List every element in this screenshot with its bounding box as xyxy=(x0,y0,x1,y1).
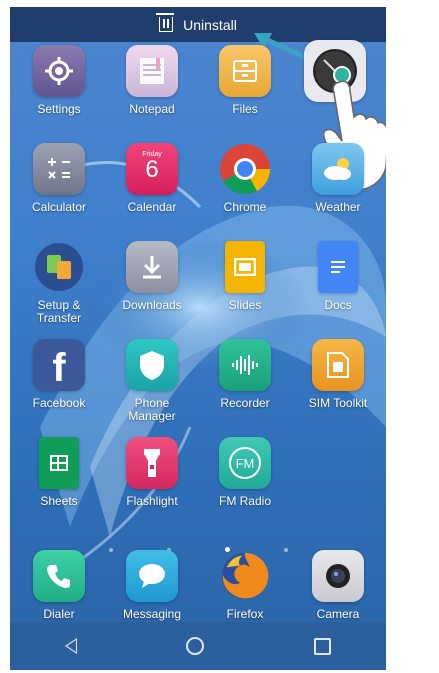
app-label: Dialer xyxy=(43,607,75,621)
app-fm-radio[interactable]: FM FM Radio xyxy=(203,437,287,508)
app-label: Chrome xyxy=(223,200,267,214)
shield-icon xyxy=(126,339,178,391)
sheets-icon xyxy=(39,437,79,489)
dock-messaging[interactable]: Messaging xyxy=(110,550,194,621)
app-label: Recorder xyxy=(220,396,270,410)
files-icon xyxy=(219,45,271,97)
app-label: Messaging xyxy=(122,607,182,621)
app-label: Firefox xyxy=(226,607,264,621)
app-label: Files xyxy=(232,102,258,116)
notepad-icon xyxy=(126,45,178,97)
app-weather[interactable]: Weather xyxy=(296,143,380,214)
facebook-icon: f xyxy=(33,339,85,391)
gear-icon xyxy=(33,45,85,97)
facebook-glyph: f xyxy=(52,346,66,390)
app-label: Setup & Transfer xyxy=(36,298,82,325)
docs-icon xyxy=(318,241,358,293)
app-label: Slides xyxy=(228,298,262,312)
uninstall-bar[interactable]: Uninstall xyxy=(10,7,386,42)
app-label: Facebook xyxy=(32,396,86,410)
dock-dialer[interactable]: Dialer xyxy=(17,550,101,621)
recents-icon[interactable] xyxy=(314,637,332,655)
radio-icon: FM xyxy=(219,437,271,489)
weather-icon xyxy=(312,143,364,195)
app-label: Downloads xyxy=(122,298,182,312)
back-icon[interactable] xyxy=(64,638,77,654)
firefox-icon xyxy=(219,550,271,602)
app-label: Calculator xyxy=(31,200,87,214)
app-label: FM Radio xyxy=(218,494,271,508)
app-calendar[interactable]: Friday 6 Calendar xyxy=(110,143,194,214)
app-settings[interactable]: Settings xyxy=(17,45,101,116)
phone-icon xyxy=(33,550,85,602)
app-label: Calendar xyxy=(127,200,177,214)
chrome-icon xyxy=(219,143,271,195)
app-notepad[interactable]: Notepad xyxy=(110,45,194,116)
app-downloads[interactable]: Downloads xyxy=(110,241,194,312)
app-phone-manager[interactable]: Phone Manager xyxy=(110,339,194,423)
dock-firefox[interactable]: Firefox xyxy=(203,550,287,621)
app-label: Docs xyxy=(324,298,352,312)
sim-icon xyxy=(312,339,364,391)
app-label: Weather xyxy=(315,200,361,214)
app-calculator[interactable]: Calculator xyxy=(17,143,101,214)
download-icon xyxy=(126,241,178,293)
app-label: Camera xyxy=(316,607,360,621)
app-chrome[interactable]: Chrome xyxy=(203,143,287,214)
message-icon xyxy=(126,550,178,602)
app-label: Phone Manager xyxy=(128,396,176,423)
setup-transfer-icon xyxy=(33,241,85,293)
app-files[interactable]: Files xyxy=(203,45,287,116)
slides-icon xyxy=(225,241,265,293)
camera-icon xyxy=(312,550,364,602)
app-label: Flashlight xyxy=(126,494,178,508)
app-sheets[interactable]: Sheets xyxy=(17,437,101,508)
app-setup-transfer[interactable]: Setup & Transfer xyxy=(17,241,101,325)
app-label: Settings xyxy=(37,102,81,116)
app-label: Sheets xyxy=(40,494,78,508)
radio-glyph: FM xyxy=(229,447,261,479)
dock-camera[interactable]: Camera xyxy=(296,550,380,621)
recorder-icon xyxy=(219,339,271,391)
flashlight-icon xyxy=(126,437,178,489)
calculator-icon xyxy=(33,143,85,195)
calendar-icon: Friday 6 xyxy=(126,143,178,195)
app-docs[interactable]: Docs xyxy=(296,241,380,312)
app-slides[interactable]: Slides xyxy=(203,241,287,312)
trash-icon xyxy=(156,13,175,32)
calendar-date: 6 xyxy=(145,155,159,183)
app-flashlight[interactable]: Flashlight xyxy=(110,437,194,508)
home-screen: Uninstall Settings Notepad Files Calcula… xyxy=(10,7,386,670)
uninstall-label: Uninstall xyxy=(183,16,237,33)
app-sim-toolkit[interactable]: SIM Toolkit xyxy=(296,339,380,410)
app-facebook[interactable]: f Facebook xyxy=(17,339,101,410)
app-label: Notepad xyxy=(129,102,175,116)
home-icon[interactable] xyxy=(186,637,205,655)
app-label: SIM Toolkit xyxy=(308,396,368,410)
navigation-bar xyxy=(10,622,386,670)
app-recorder[interactable]: Recorder xyxy=(203,339,287,410)
